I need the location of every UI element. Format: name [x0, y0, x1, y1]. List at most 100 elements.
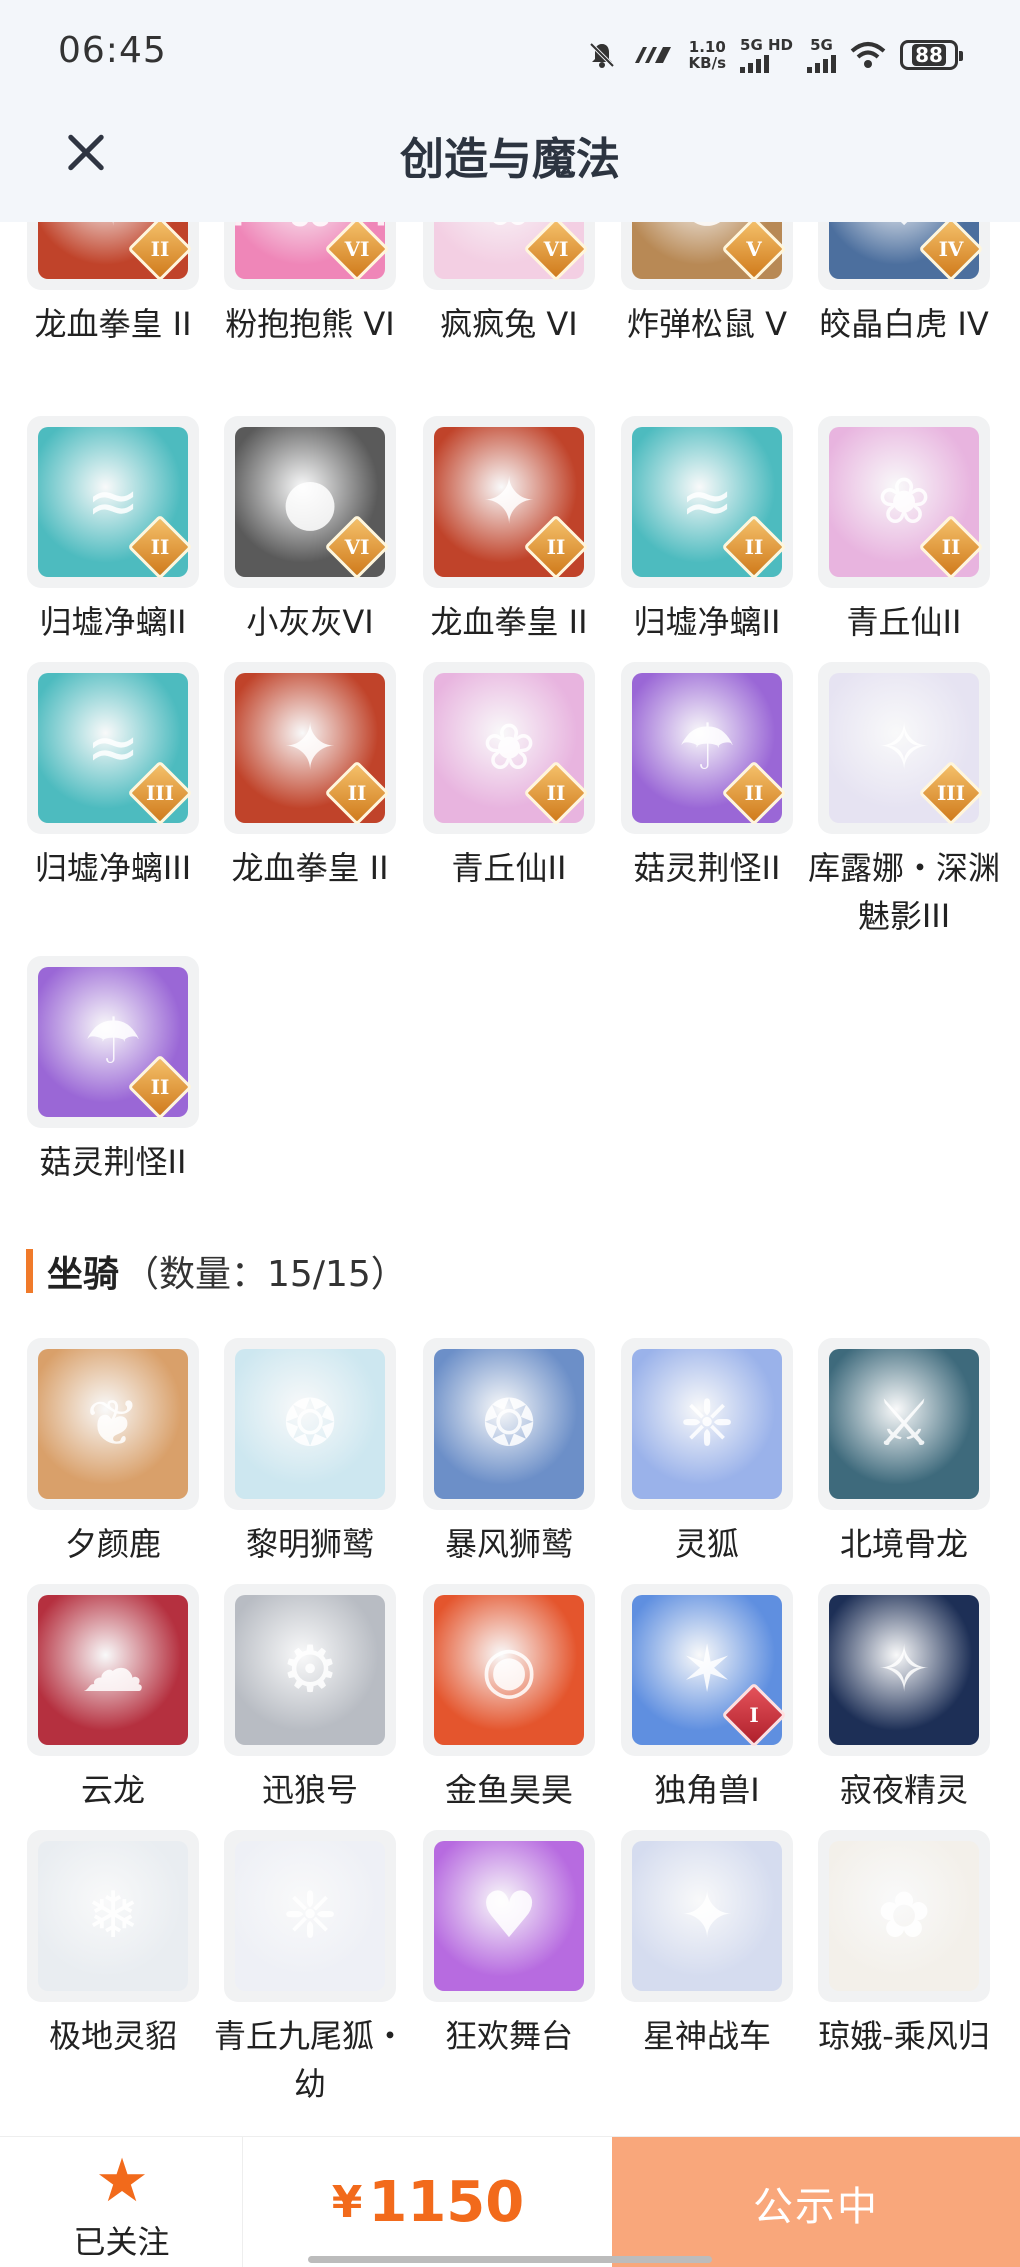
item-name: 青丘九尾狐・幼 — [213, 2017, 406, 2103]
item-thumbnail: ❦ — [27, 1338, 199, 1510]
item-thumbnail: ❄ — [27, 1830, 199, 2002]
item-thumbnail: ≈ III — [27, 662, 199, 834]
grid-item[interactable]: ✦II 龙血拳皇 II — [211, 662, 409, 892]
item-thumbnail: ≈ II — [27, 416, 199, 588]
grid-item[interactable]: ☁ 云龙 — [14, 1584, 212, 1814]
grid-item[interactable]: ✶ I 独角兽I — [608, 1584, 806, 1814]
speed-unit: KB/s — [688, 54, 727, 72]
follow-button[interactable]: ★ 已关注 — [0, 2137, 243, 2267]
grid-item[interactable]: ❈ 灵狐 — [608, 1338, 806, 1568]
item-image: ❂ — [235, 1349, 385, 1499]
item-thumbnail: ♥ — [423, 1830, 595, 2002]
grid-item[interactable]: ♥ 狂欢舞台 — [410, 1830, 608, 2060]
item-thumbnail: ✧ III — [818, 662, 990, 834]
signal-1: 5G HD — [740, 37, 793, 73]
follow-label: 已关注 — [73, 2223, 170, 2261]
rank-badge-text: II — [347, 781, 367, 805]
wifi-icon — [850, 42, 886, 68]
item-name: 皎晶白虎 IV — [819, 305, 989, 343]
item-name: 灵狐 — [674, 1525, 739, 1563]
grid-item[interactable]: ✦II 龙血拳皇 II — [410, 416, 608, 646]
grid-item[interactable]: ❦ 夕颜鹿 — [14, 1338, 212, 1568]
item-thumbnail: ✦II — [423, 416, 595, 588]
item-name: 星神战车 — [642, 2017, 771, 2055]
item-name: 菇灵荆怪II — [633, 849, 781, 887]
grid-item[interactable]: ✧ 寂夜精灵 — [805, 1584, 1003, 1814]
item-image: ◉ — [434, 1595, 584, 1745]
item-thumbnail: ✦II — [224, 662, 396, 834]
item-image: ✿ — [829, 1841, 979, 1991]
creature-icon: ❂ — [482, 1387, 536, 1461]
page-header: 创造与魔法 — [0, 105, 1020, 222]
price-currency: ¥ — [331, 2177, 363, 2228]
grid-item[interactable]: ☂ II 菇灵荆怪II — [14, 956, 212, 1186]
grid-item[interactable]: ⚔ 北境骨龙 — [805, 1338, 1003, 1568]
grid-item[interactable]: ≈ III 归墟净螭III — [14, 662, 212, 892]
top-bar: 06:45 1.10 KB/s 5G HD 5G 88 创造与魔法 — [0, 0, 1020, 222]
app-screen: 06:45 1.10 KB/s 5G HD 5G 88 创造与魔法 II 龙血拳… — [0, 0, 1020, 2267]
status-icons: 1.10 KB/s 5G HD 5G 88 — [587, 30, 963, 80]
item-name: 金鱼昊昊 — [444, 1771, 573, 1809]
rank-badge-text: II — [941, 535, 961, 559]
grid-item[interactable]: ❂ 黎明狮鹫 — [211, 1338, 409, 1568]
item-thumbnail: ❂ — [423, 1338, 595, 1510]
rank-badge-text: II — [546, 781, 566, 805]
item-name: 狂欢舞台 — [444, 2017, 573, 2055]
item-name: 炸弹松鼠 V — [626, 305, 788, 343]
item-thumbnail: ✦ — [621, 1830, 793, 2002]
rank-badge-text: II — [150, 1075, 170, 1099]
grid-item[interactable]: ✦ 星神战车 — [608, 1830, 806, 2060]
rank-badge-text: VI — [344, 535, 370, 559]
signal-bars-icon — [740, 53, 793, 73]
item-name: 独角兽I — [654, 1771, 760, 1809]
item-thumbnail: ❈ — [224, 1830, 396, 2002]
vibrate-icon — [634, 47, 671, 63]
item-name: 归墟净螭III — [34, 849, 192, 887]
item-thumbnail: ☂ II — [621, 662, 793, 834]
rank-badge-text: IV — [938, 237, 964, 261]
grid-item[interactable]: ❂ 暴风狮鹫 — [410, 1338, 608, 1568]
rank-badge-text: III — [145, 781, 175, 805]
item-name: 归墟净螭II — [39, 603, 187, 641]
grid-item[interactable]: ❀ II 青丘仙II — [805, 416, 1003, 646]
rank-badge-text: V — [746, 237, 762, 261]
grid-item[interactable]: ⚙ 迅狼号 — [211, 1584, 409, 1814]
item-name: 粉抱抱熊 VI — [225, 305, 395, 343]
creature-icon: ◉ — [481, 1633, 537, 1707]
grid-item[interactable]: ❈ 青丘九尾狐・幼 — [211, 1830, 409, 2108]
grid-item[interactable]: ✧ III 库露娜・深渊魅影III — [805, 662, 1003, 940]
item-name: 库露娜・深渊魅影III — [807, 849, 1000, 935]
item-name: 寂夜精灵 — [839, 1771, 968, 1809]
item-thumbnail: ❈ — [621, 1338, 793, 1510]
creature-icon: ✧ — [877, 1633, 931, 1707]
grid-item[interactable]: ❀ II 青丘仙II — [410, 662, 608, 892]
item-image: ❈ — [632, 1349, 782, 1499]
item-name: 青丘仙II — [846, 603, 962, 641]
item-name: 青丘仙II — [451, 849, 567, 887]
grid-item[interactable]: ❄ 极地灵貂 — [14, 1830, 212, 2060]
creature-icon: ☁ — [81, 1633, 145, 1707]
status-button[interactable]: 公示中 — [612, 2137, 1020, 2267]
home-indicator[interactable] — [308, 2256, 712, 2263]
item-image: ✧ — [829, 1595, 979, 1745]
grid-item[interactable]: ✿ 琼娥-乘风归 — [805, 1830, 1003, 2060]
battery-icon: 88 — [900, 40, 963, 70]
page-title: 创造与魔法 — [400, 134, 620, 185]
grid-item[interactable]: ≈ II 归墟净螭II — [608, 416, 806, 646]
bottom-action-bar: ★ 已关注 ¥ 1150 公示中 — [0, 2136, 1020, 2267]
item-name: 龙血拳皇 II — [430, 603, 588, 641]
price-value: 1150 — [368, 2170, 525, 2235]
item-name: 极地灵貂 — [48, 2017, 177, 2055]
creature-icon: ❈ — [283, 1879, 337, 1953]
grid-item[interactable]: ☂ II 菇灵荆怪II — [608, 662, 806, 892]
grid-item[interactable]: ◉ 金鱼昊昊 — [410, 1584, 608, 1814]
item-image: ⚔ — [829, 1349, 979, 1499]
battery-level: 88 — [912, 44, 946, 66]
item-thumbnail: ❀ II — [818, 416, 990, 588]
item-name: 琼娥-乘风归 — [818, 2017, 990, 2055]
grid-item[interactable]: ● VI 小灰灰VI — [211, 416, 409, 646]
grid-item[interactable]: ≈ II 归墟净螭II — [14, 416, 212, 646]
item-image: ❦ — [38, 1349, 188, 1499]
item-name: 归墟净螭II — [633, 603, 781, 641]
item-name: 黎明狮鹫 — [245, 1525, 374, 1563]
